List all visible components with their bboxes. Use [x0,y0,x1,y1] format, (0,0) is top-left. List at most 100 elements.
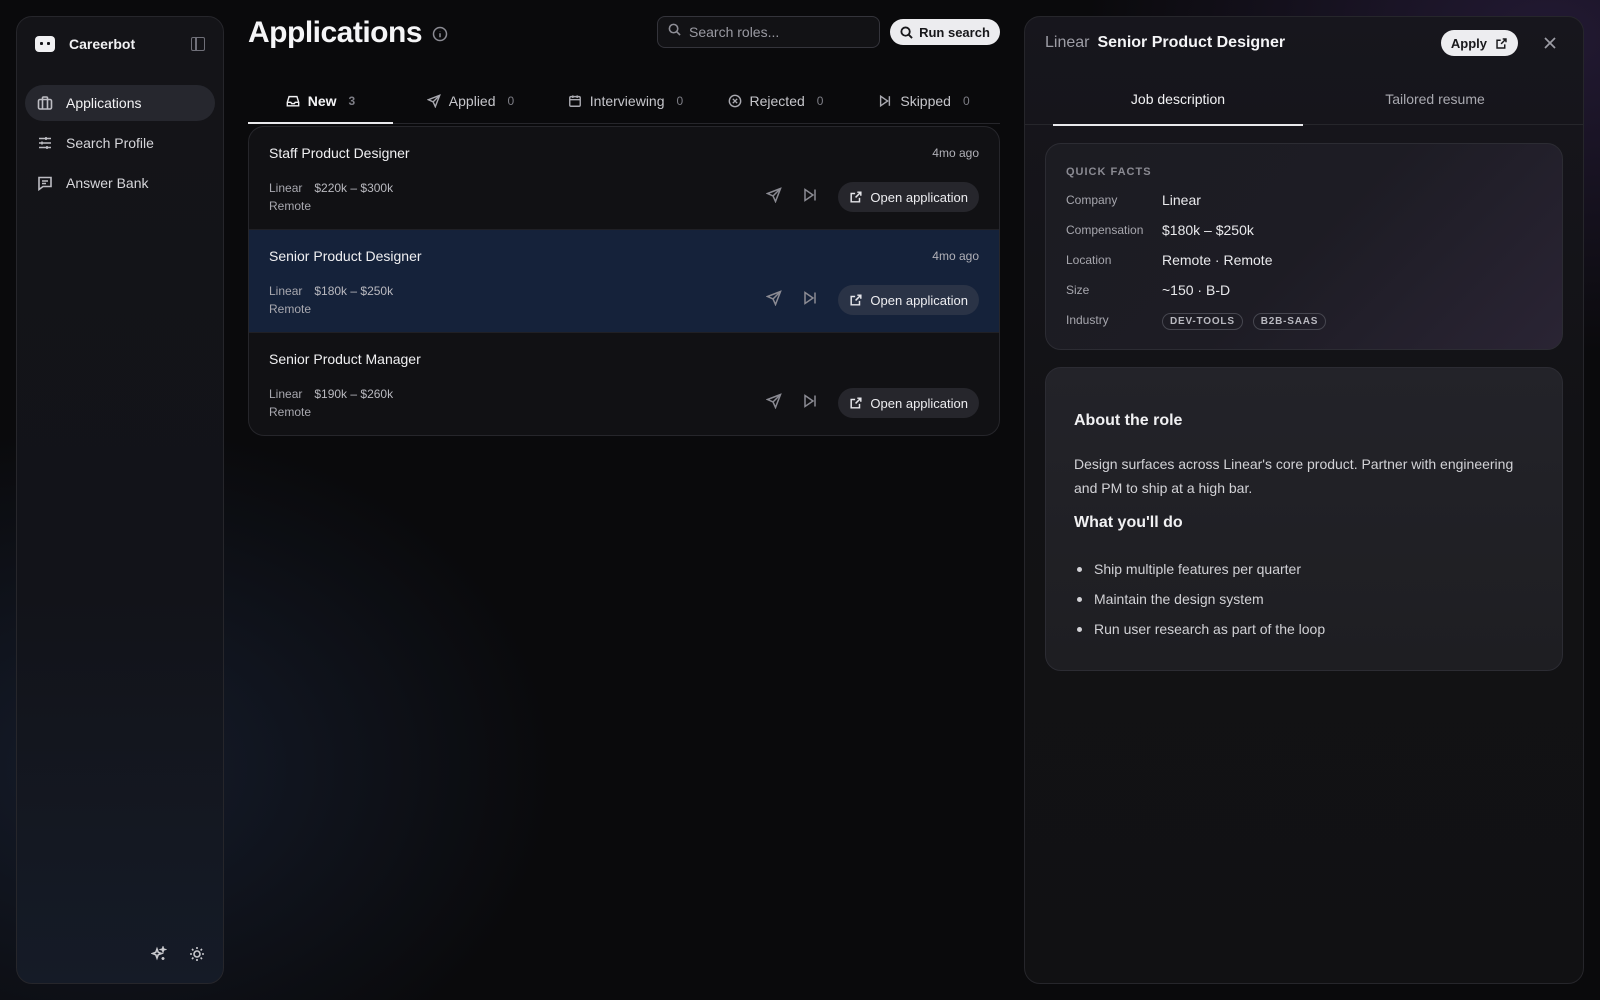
job-location: Remote [269,302,312,316]
job-description-card: About the role Design surfaces across Li… [1045,367,1563,671]
tab-applied[interactable]: Applied 0 [393,78,548,123]
fact-industry: Industry DEV-TOOLS B2B-SAAS [1066,310,1332,330]
industry-tag: B2B-SAAS [1252,312,1327,330]
sidebar-footer [150,944,205,967]
quick-facts-label: QUICK FACTS [1066,166,1152,178]
sidebar-item-label: Search Profile [66,135,154,151]
job-title: Senior Product Manager [269,351,421,367]
fact-value: $180k – $250k [1162,222,1254,238]
job-title: Senior Product Designer [269,248,422,264]
sidebar: Careerbot Applications Search Profile An… [16,16,224,984]
sidebar-item-label: Answer Bank [66,175,149,191]
fact-compensation: Compensation $180k – $250k [1066,220,1254,240]
mark-applied-send-icon[interactable] [765,392,783,414]
tab-rejected[interactable]: Rejected 0 [703,78,848,123]
tab-tailored-resume[interactable]: Tailored resume [1303,73,1567,125]
external-link-icon [850,397,862,409]
panel-job-title: Senior Product Designer [1097,34,1286,51]
inbox-icon [286,95,300,107]
sidebar-item-label: Applications [66,95,142,111]
salary-range: $180k – $250k [314,284,394,298]
send-icon [426,93,441,108]
job-meta: Linear $190k – $260k Remote [269,385,393,421]
panel-header: Linear Senior Product Designer [1045,34,1285,52]
fact-location: Location Remote · Remote [1066,250,1272,270]
x-circle-icon [728,94,741,107]
posted-time: 4mo ago [932,146,979,160]
fact-key: Company [1066,193,1118,207]
tab-label: Applied [448,92,496,109]
close-icon[interactable] [1543,36,1557,50]
fact-key: Industry [1066,313,1109,327]
skip-icon[interactable] [802,187,818,208]
job-location: Remote [269,199,312,213]
fact-value: Linear [1162,192,1201,208]
list-item[interactable]: Senior Product Manager Linear $190k – $26… [249,333,999,435]
fact-key: Compensation [1066,223,1144,237]
industry-tags: DEV-TOOLS B2B-SAAS [1162,311,1332,330]
tab-new[interactable]: New 3 [248,78,393,124]
about-body: Design surfaces across Linear's core pro… [1074,456,1514,496]
tab-label: Interviewing [589,92,665,109]
status-tabs: New 3 Applied 0 Interviewing 0 Rejected … [248,78,1000,124]
tab-label: Rejected [749,92,805,109]
list-item[interactable]: Senior Product Designer 4mo ago Linear $1… [249,230,999,333]
job-location: Remote [269,405,312,419]
sidebar-item-answer-bank[interactable]: Answer Bank [25,165,215,201]
salary-range: $220k – $300k [314,181,394,195]
tab-interviewing[interactable]: Interviewing 0 [548,78,703,123]
search-box [657,16,880,48]
sun-icon[interactable] [189,946,205,967]
open-application-button[interactable]: Open application [838,285,979,315]
skip-icon[interactable] [802,290,818,311]
company-name: Linear [269,387,303,401]
todo-heading: What you'll do [1074,514,1183,531]
calendar-icon [568,94,581,107]
posted-time: 4mo ago [932,249,979,263]
fact-value: Remote · Remote [1162,252,1273,268]
mark-applied-send-icon[interactable] [765,289,783,311]
brand[interactable]: Careerbot [35,34,135,54]
company-name: Linear [269,181,303,195]
row-actions: Open application [765,388,979,418]
list-item: Run user research as part of the loop [1074,614,1325,644]
panel-company: Linear [1045,34,1090,51]
open-application-button[interactable]: Open application [838,182,979,212]
tab-label: Skipped [900,92,951,109]
skip-icon [880,94,891,107]
job-meta: Linear $220k – $300k Remote [269,179,393,215]
open-application-button[interactable]: Open application [838,388,979,418]
fact-key: Size [1066,283,1090,297]
about-heading: About the role [1074,412,1183,429]
sidebar-item-search-profile[interactable]: Search Profile [25,125,215,161]
sidebar-item-applications[interactable]: Applications [25,85,215,121]
run-search-button[interactable]: Run search [890,19,1000,45]
row-actions: Open application [765,285,979,315]
collapse-sidebar-icon[interactable] [191,37,205,51]
fact-key: Location [1066,253,1112,267]
mark-applied-send-icon[interactable] [765,186,783,208]
list-item: Ship multiple features per quarter [1074,554,1325,584]
sidebar-nav: Applications Search Profile Answer Bank [25,85,215,205]
skip-icon[interactable] [802,393,818,414]
tab-label: New [307,92,337,109]
tab-skipped[interactable]: Skipped 0 [848,78,1000,123]
search-input[interactable] [689,24,869,40]
info-icon[interactable] [432,26,448,42]
row-actions: Open application [765,182,979,212]
open-application-label: Open application [870,292,968,308]
external-link-icon [850,294,862,306]
sliders-icon [37,135,53,151]
apply-button[interactable]: Apply [1440,30,1518,56]
job-detail-panel: Linear Senior Product Designer Apply Job… [1024,16,1584,984]
panel-tabs: Job description Tailored resume [1025,73,1583,126]
list-item[interactable]: Staff Product Designer 4mo ago Linear $22… [249,127,999,230]
search-icon [668,23,681,41]
applications-list: Staff Product Designer 4mo ago Linear $22… [248,126,1000,436]
tab-job-description[interactable]: Job description [1053,73,1303,126]
open-application-label: Open application [870,395,968,411]
run-search-label: Run search [919,24,990,40]
responsibilities-list: Ship multiple features per quarter Maint… [1074,554,1325,644]
job-title: Staff Product Designer [269,145,410,161]
sparkles-icon[interactable] [150,944,168,967]
